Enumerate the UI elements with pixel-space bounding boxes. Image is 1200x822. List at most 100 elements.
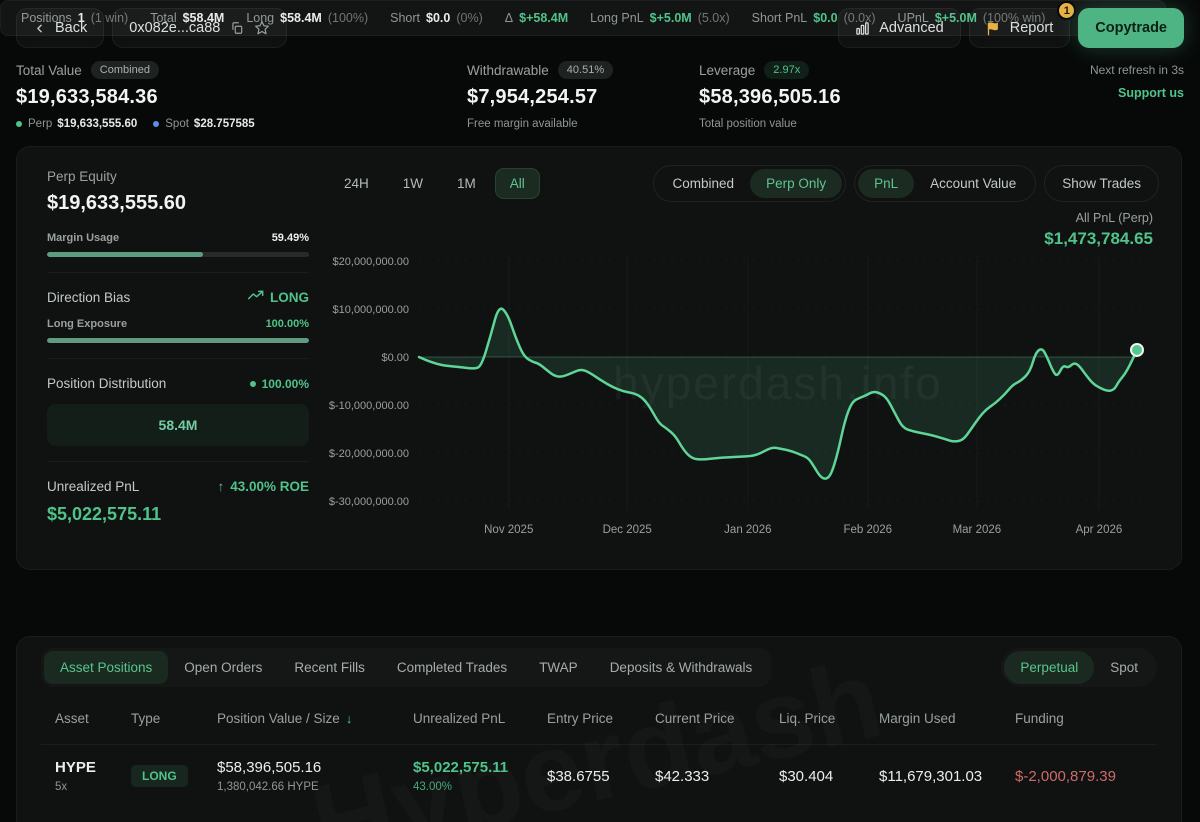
account-stats-row: Total Value Combined $19,633,584.36 Perp… — [16, 61, 1184, 130]
perp-dot-icon — [16, 121, 22, 127]
position-distribution-label: Position Distribution — [47, 376, 166, 391]
report-button[interactable]: Report 1 — [969, 8, 1071, 48]
long-exposure-value: 100.00% — [266, 318, 309, 330]
scope-tab-combined[interactable]: Combined — [657, 169, 751, 198]
advanced-label: Advanced — [879, 20, 944, 36]
equity-sidebar: Perp Equity $19,633,555.60 Margin Usage … — [47, 169, 309, 525]
perp-subtotal: Perp$19,633,555.60 — [16, 118, 137, 130]
column-current-price[interactable]: Current Price — [655, 711, 779, 726]
metric-tab-account-value[interactable]: Account Value — [914, 169, 1032, 198]
perp-equity-value: $19,633,555.60 — [47, 192, 309, 215]
column-unrealized-pnl[interactable]: Unrealized PnL — [413, 711, 547, 726]
positions-card: Hyperdash Asset PositionsOpen OrdersRece… — [16, 636, 1182, 822]
pnl-area-chart[interactable]: $20,000,000.00 $10,000,000.00 $0.00 $-10,00… — [317, 247, 1163, 543]
all-pnl-summary: All PnL (Perp) $1,473,784.65 — [1044, 211, 1153, 249]
direction-bias-label: Direction Bias — [47, 290, 130, 305]
divider — [47, 461, 309, 462]
withdrawable-amount: $7,954,254.57 — [467, 86, 699, 109]
bar-chart-icon — [855, 21, 870, 36]
y-axis-tick: $-10,000,000.00 — [329, 400, 409, 412]
y-axis-tick: $0.00 — [381, 352, 409, 364]
wallet-address-pill[interactable]: 0x082e...ca88 — [112, 8, 287, 48]
unrealized-pnl-label: Unrealized PnL — [47, 479, 139, 494]
market-tabs: PerpetualSpot — [1001, 648, 1157, 687]
section-tab-open-orders[interactable]: Open Orders — [168, 651, 278, 684]
back-button[interactable]: Back — [16, 8, 104, 48]
copy-icon[interactable] — [230, 21, 244, 35]
cell-unrealized-pnl: $5,022,575.1143.00% — [413, 759, 547, 793]
column-entry-price[interactable]: Entry Price — [547, 711, 655, 726]
divider — [47, 272, 309, 273]
cell-funding: $-2,000,879.39 — [1015, 768, 1143, 785]
column-liq-price[interactable]: Liq. Price — [779, 711, 879, 726]
long-badge: LONG — [131, 765, 188, 787]
sort-desc-icon: ↓ — [346, 711, 353, 726]
column-position-value-size[interactable]: Position Value / Size↓ — [217, 711, 413, 726]
report-label: Report — [1010, 20, 1054, 36]
withdrawable-pct-badge: 40.51% — [558, 61, 613, 79]
wallet-address: 0x082e...ca88 — [129, 20, 220, 36]
chart-controls: 24H1W1MAll CombinedPerp Only PnLAccount … — [329, 165, 1159, 202]
column-type[interactable]: Type — [131, 711, 217, 726]
copytrade-button[interactable]: Copytrade — [1078, 8, 1184, 48]
star-icon[interactable] — [254, 20, 270, 36]
market-tab-perpetual[interactable]: Perpetual — [1004, 651, 1094, 684]
section-tab-completed-trades[interactable]: Completed Trades — [381, 651, 523, 684]
y-axis-tick: $10,000,000.00 — [333, 304, 409, 316]
margin-usage-bar — [47, 252, 309, 257]
long-exposure-label: Long Exposure — [47, 318, 127, 330]
y-axis-tick: $-30,000,000.00 — [329, 496, 409, 508]
x-axis-tick: Mar 2026 — [953, 524, 1002, 536]
y-axis-tick: $-20,000,000.00 — [329, 448, 409, 460]
scope-tab-perp-only[interactable]: Perp Only — [750, 169, 842, 198]
report-count-badge: 1 — [1057, 1, 1076, 20]
x-axis-tick: Dec 2025 — [603, 524, 652, 536]
cell-asset: HYPE5x — [55, 759, 131, 793]
metric-toggle-group: PnLAccount Value — [854, 165, 1036, 202]
combined-badge: Combined — [91, 61, 159, 79]
cell-type: LONG — [131, 765, 217, 787]
divider — [47, 358, 309, 359]
roe-value: 43.00% ROE — [230, 479, 309, 494]
section-tab-deposits-withdrawals[interactable]: Deposits & Withdrawals — [594, 651, 769, 684]
latest-point-marker[interactable] — [1131, 344, 1143, 356]
top-bar: Back 0x082e...ca88 Advanced Report 1 — [16, 8, 1184, 48]
refresh-countdown: Next refresh in 3s — [1090, 63, 1184, 77]
time-tab-all[interactable]: All — [495, 168, 540, 199]
time-tab-24h[interactable]: 24H — [329, 168, 384, 199]
x-axis-tick: Apr 2026 — [1076, 524, 1123, 536]
withdrawable-sub: Free margin available — [467, 118, 578, 130]
total-value-label: Total Value — [16, 63, 82, 78]
y-axis-tick: $20,000,000.00 — [333, 256, 409, 268]
leverage-sub: Total position value — [699, 118, 797, 130]
back-label: Back — [55, 20, 87, 36]
column-funding[interactable]: Funding — [1015, 711, 1143, 726]
section-tabs: Asset PositionsOpen OrdersRecent FillsCo… — [41, 648, 771, 687]
support-us-link[interactable]: Support us — [1090, 86, 1184, 100]
column-asset[interactable]: Asset — [55, 711, 131, 726]
positions-tabs-row: Asset PositionsOpen OrdersRecent FillsCo… — [41, 648, 1157, 687]
margin-usage-label: Margin Usage — [47, 232, 119, 244]
distribution-box[interactable]: 58.4M — [47, 404, 309, 446]
total-value-amount: $19,633,584.36 — [16, 86, 467, 109]
positions-table-body: HYPE5xLONG $58,396,505.161,380,042.66 HYP… — [55, 745, 1143, 809]
direction-bias-value: LONG — [270, 290, 309, 305]
section-tab-recent-fills[interactable]: Recent Fills — [278, 651, 381, 684]
cell-position-value: $58,396,505.161,380,042.66 HYPE — [217, 759, 413, 793]
leverage-amount: $58,396,505.16 — [699, 86, 1090, 109]
section-tab-asset-positions[interactable]: Asset Positions — [44, 651, 168, 684]
spot-dot-icon — [153, 121, 159, 127]
time-tab-1w[interactable]: 1W — [388, 168, 438, 199]
withdrawable-label: Withdrawable — [467, 63, 549, 78]
time-tab-1m[interactable]: 1M — [442, 168, 491, 199]
column-margin-used[interactable]: Margin Used — [879, 711, 1015, 726]
total-value-stat: Total Value Combined $19,633,584.36 Perp… — [16, 61, 467, 130]
show-trades-button[interactable]: Show Trades — [1044, 165, 1159, 202]
cell-margin-used: $11,679,301.03 — [879, 768, 1015, 785]
position-row-hype[interactable]: HYPE5xLONG $58,396,505.161,380,042.66 HYP… — [55, 745, 1143, 809]
advanced-button[interactable]: Advanced — [838, 8, 961, 48]
cell-entry-price: $38.6755 — [547, 768, 655, 785]
market-tab-spot[interactable]: Spot — [1094, 651, 1154, 684]
metric-tab-pnl[interactable]: PnL — [858, 169, 914, 198]
section-tab-twap[interactable]: TWAP — [523, 651, 594, 684]
